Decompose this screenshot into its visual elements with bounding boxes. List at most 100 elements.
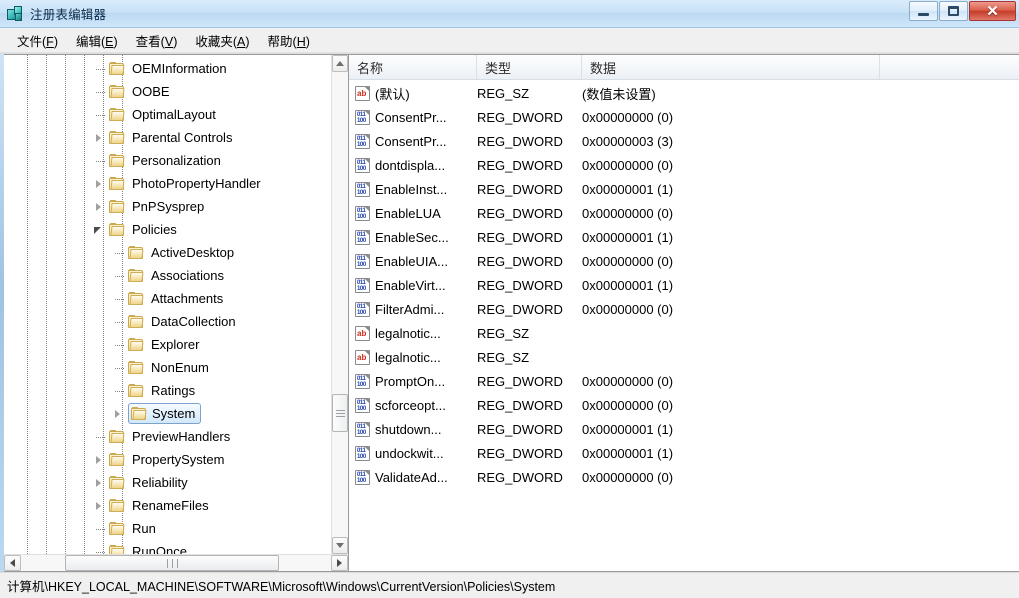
- menu-favorites[interactable]: 收藏夹(A): [186, 28, 258, 53]
- value-name-cell[interactable]: 011100dontdispla...: [349, 158, 477, 173]
- value-row[interactable]: 011100shutdown...REG_DWORD0x00000001 (1): [349, 417, 1019, 441]
- value-name-cell[interactable]: 011100FilterAdmi...: [349, 302, 477, 317]
- tree-node-content[interactable]: Parental Controls: [109, 129, 234, 146]
- tree-node-content[interactable]: Policies: [109, 221, 179, 238]
- tree-node-reliability[interactable]: Reliability: [4, 471, 331, 494]
- value-name-cell[interactable]: ab(默认): [349, 84, 477, 103]
- value-row[interactable]: 011100EnableSec...REG_DWORD0x00000001 (1…: [349, 225, 1019, 249]
- expand-arrow-icon[interactable]: [110, 408, 122, 420]
- value-row[interactable]: 011100dontdispla...REG_DWORD0x00000000 (…: [349, 153, 1019, 177]
- value-row[interactable]: 011100ValidateAd...REG_DWORD0x00000000 (…: [349, 465, 1019, 489]
- tree-scroll-thumb[interactable]: [332, 394, 348, 432]
- close-button[interactable]: ✕: [969, 1, 1016, 21]
- value-row[interactable]: 011100EnableLUAREG_DWORD0x00000000 (0): [349, 201, 1019, 225]
- value-name-cell[interactable]: 011100undockwit...: [349, 446, 477, 461]
- tree-node-previewhandlers[interactable]: PreviewHandlers: [4, 425, 331, 448]
- column-header-data[interactable]: 数据: [582, 55, 880, 79]
- tree-node-renamefiles[interactable]: RenameFiles: [4, 494, 331, 517]
- scroll-down-button[interactable]: [332, 537, 348, 554]
- expand-arrow-icon[interactable]: [91, 500, 103, 512]
- scroll-right-button[interactable]: [331, 555, 348, 571]
- tree-node-content[interactable]: RenameFiles: [109, 497, 211, 514]
- tree-node-system[interactable]: System: [4, 402, 331, 425]
- tree-node-content[interactable]: PropertySystem: [109, 451, 226, 468]
- value-name-cell[interactable]: 011100EnableLUA: [349, 206, 477, 221]
- collapse-arrow-icon[interactable]: [91, 224, 103, 236]
- tree-hscroll-thumb[interactable]: [65, 555, 279, 571]
- tree-node-content[interactable]: System: [128, 403, 201, 424]
- tree-node-personalization[interactable]: Personalization: [4, 149, 331, 172]
- value-name-cell[interactable]: ablegalnotic...: [349, 350, 477, 365]
- expand-arrow-icon[interactable]: [91, 201, 103, 213]
- registry-values-list[interactable]: ab(默认)REG_SZ(数值未设置)011100ConsentPr...REG…: [349, 80, 1019, 571]
- menu-help[interactable]: 帮助(H): [259, 28, 319, 53]
- value-name-cell[interactable]: 011100EnableInst...: [349, 182, 477, 197]
- tree-node-content[interactable]: OOBE: [109, 83, 172, 100]
- tree-node-run[interactable]: Run: [4, 517, 331, 540]
- tree-node-policies[interactable]: Policies: [4, 218, 331, 241]
- tree-node-runonce[interactable]: RunOnce: [4, 540, 331, 554]
- tree-node-nonenum[interactable]: NonEnum: [4, 356, 331, 379]
- tree-node-optimallayout[interactable]: OptimalLayout: [4, 103, 331, 126]
- tree-scroll-track[interactable]: [332, 72, 348, 537]
- tree-node-ratings[interactable]: Ratings: [4, 379, 331, 402]
- value-row[interactable]: 011100EnableInst...REG_DWORD0x00000001 (…: [349, 177, 1019, 201]
- value-row[interactable]: 011100EnableUIA...REG_DWORD0x00000000 (0…: [349, 249, 1019, 273]
- scroll-left-button[interactable]: [4, 555, 21, 571]
- tree-node-content[interactable]: DataCollection: [128, 313, 238, 330]
- tree-node-content[interactable]: PnPSysprep: [109, 198, 206, 215]
- tree-node-content[interactable]: Attachments: [128, 290, 225, 307]
- value-row[interactable]: 011100undockwit...REG_DWORD0x00000001 (1…: [349, 441, 1019, 465]
- maximize-restore-button[interactable]: [939, 1, 968, 21]
- tree-node-oeminformation[interactable]: OEMInformation: [4, 57, 331, 80]
- tree-node-parental-controls[interactable]: Parental Controls: [4, 126, 331, 149]
- registry-tree[interactable]: OEMInformation OOBE OptimalLayout Parental …: [4, 55, 331, 554]
- value-row[interactable]: 011100EnableVirt...REG_DWORD0x00000001 (…: [349, 273, 1019, 297]
- tree-node-content[interactable]: Run: [109, 520, 158, 537]
- minimize-button[interactable]: [909, 1, 938, 21]
- expand-arrow-icon[interactable]: [91, 454, 103, 466]
- tree-node-content[interactable]: ActiveDesktop: [128, 244, 236, 261]
- tree-node-photopropertyhandler[interactable]: PhotoPropertyHandler: [4, 172, 331, 195]
- column-header-empty[interactable]: [880, 55, 1019, 79]
- tree-node-content[interactable]: Associations: [128, 267, 226, 284]
- value-row[interactable]: 011100ConsentPr...REG_DWORD0x00000000 (0…: [349, 105, 1019, 129]
- value-row[interactable]: ablegalnotic...REG_SZ: [349, 345, 1019, 369]
- tree-node-content[interactable]: PhotoPropertyHandler: [109, 175, 263, 192]
- value-row[interactable]: 011100scforceopt...REG_DWORD0x00000000 (…: [349, 393, 1019, 417]
- tree-node-datacollection[interactable]: DataCollection: [4, 310, 331, 333]
- tree-node-attachments[interactable]: Attachments: [4, 287, 331, 310]
- value-name-cell[interactable]: 011100scforceopt...: [349, 398, 477, 413]
- column-header-type[interactable]: 类型: [477, 55, 582, 79]
- tree-node-associations[interactable]: Associations: [4, 264, 331, 287]
- value-row[interactable]: 011100PromptOn...REG_DWORD0x00000000 (0): [349, 369, 1019, 393]
- value-name-cell[interactable]: 011100PromptOn...: [349, 374, 477, 389]
- menu-edit[interactable]: 编辑(E): [67, 28, 127, 53]
- value-name-cell[interactable]: 011100EnableVirt...: [349, 278, 477, 293]
- value-row[interactable]: 011100FilterAdmi...REG_DWORD0x00000000 (…: [349, 297, 1019, 321]
- tree-node-content[interactable]: OEMInformation: [109, 60, 229, 77]
- tree-node-content[interactable]: Ratings: [128, 382, 197, 399]
- tree-node-oobe[interactable]: OOBE: [4, 80, 331, 103]
- tree-vertical-scrollbar[interactable]: [331, 55, 348, 554]
- value-name-cell[interactable]: 011100ConsentPr...: [349, 134, 477, 149]
- tree-node-content[interactable]: Reliability: [109, 474, 190, 491]
- tree-node-content[interactable]: RunOnce: [109, 543, 189, 554]
- tree-node-content[interactable]: PreviewHandlers: [109, 428, 232, 445]
- menu-view[interactable]: 查看(V): [127, 28, 187, 53]
- tree-node-explorer[interactable]: Explorer: [4, 333, 331, 356]
- tree-node-content[interactable]: OptimalLayout: [109, 106, 218, 123]
- column-header-name[interactable]: 名称: [349, 55, 477, 79]
- tree-horizontal-scrollbar[interactable]: [4, 554, 348, 571]
- value-name-cell[interactable]: 011100ConsentPr...: [349, 110, 477, 125]
- value-name-cell[interactable]: 011100EnableSec...: [349, 230, 477, 245]
- value-row[interactable]: ablegalnotic...REG_SZ: [349, 321, 1019, 345]
- value-name-cell[interactable]: 011100shutdown...: [349, 422, 477, 437]
- value-name-cell[interactable]: ablegalnotic...: [349, 326, 477, 341]
- tree-hscroll-track[interactable]: [21, 555, 331, 571]
- tree-node-propertysystem[interactable]: PropertySystem: [4, 448, 331, 471]
- tree-node-content[interactable]: Explorer: [128, 336, 201, 353]
- value-row[interactable]: 011100ConsentPr...REG_DWORD0x00000003 (3…: [349, 129, 1019, 153]
- expand-arrow-icon[interactable]: [91, 178, 103, 190]
- expand-arrow-icon[interactable]: [91, 132, 103, 144]
